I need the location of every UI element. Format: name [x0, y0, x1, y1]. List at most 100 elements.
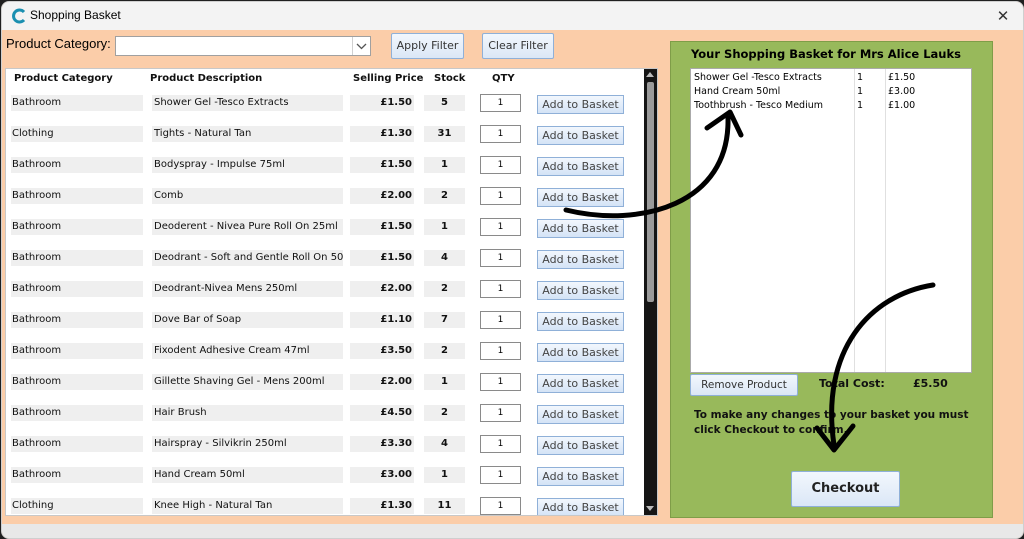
row-description: Knee High - Natural Tan: [152, 498, 343, 514]
basket-item-qty: 1: [857, 86, 864, 97]
qty-input[interactable]: 1: [480, 311, 521, 329]
qty-input[interactable]: 1: [480, 280, 521, 298]
table-row: Bathroom Bodyspray - Impulse 75ml £1.50 1 1 A…: [6, 150, 646, 181]
add-to-basket-button[interactable]: Add to Basket: [537, 498, 624, 515]
clear-filter-button[interactable]: Clear Filter: [482, 33, 554, 59]
basket-item-name: Shower Gel -Tesco Extracts: [694, 72, 822, 83]
row-stock: 2: [424, 281, 465, 297]
scroll-up-icon[interactable]: [646, 72, 654, 77]
basket-item-qty: 1: [857, 100, 864, 111]
total-cost-label: Total Cost:: [819, 377, 885, 390]
row-price: £3.30: [350, 436, 414, 452]
basket-item-price: £1.00: [888, 100, 916, 111]
title-bar: Shopping Basket ✕: [2, 2, 1023, 30]
row-price: £2.00: [350, 281, 414, 297]
product-category-select[interactable]: [115, 36, 371, 56]
basket-panel: Your Shopping Basket for Mrs Alice Lauks…: [670, 41, 993, 518]
header-product-description: Product Description: [150, 73, 263, 84]
c-logo-icon: [12, 8, 26, 24]
qty-input[interactable]: 1: [480, 94, 521, 112]
add-to-basket-button[interactable]: Add to Basket: [537, 374, 624, 393]
basket-item-qty: 1: [857, 72, 864, 83]
add-to-basket-button[interactable]: Add to Basket: [537, 467, 624, 486]
row-description: Deodrant - Soft and Gentle Roll On 50m: [152, 250, 343, 266]
row-category: Bathroom: [11, 343, 143, 359]
qty-input[interactable]: 1: [480, 435, 521, 453]
table-row: Bathroom Shower Gel -Tesco Extracts £1.50…: [6, 88, 646, 119]
basket-column-divider: [854, 69, 855, 372]
table-row: Bathroom Dove Bar of Soap £1.10 7 1 Add to Ba…: [6, 305, 646, 336]
checkout-button[interactable]: Checkout: [791, 471, 900, 507]
scroll-down-icon[interactable]: [646, 506, 654, 511]
add-to-basket-button[interactable]: Add to Basket: [537, 219, 624, 238]
row-price: £2.00: [350, 374, 414, 390]
header-stock: Stock: [434, 73, 466, 84]
row-category: Bathroom: [11, 157, 143, 173]
basket-item-name: Hand Cream 50ml: [694, 86, 781, 97]
apply-filter-button[interactable]: Apply Filter: [391, 33, 464, 59]
row-price: £1.50: [350, 95, 414, 111]
row-stock: 1: [424, 157, 465, 173]
basket-item[interactable]: Shower Gel -Tesco Extracts 1 £1.50: [691, 72, 973, 86]
row-price: £2.00: [350, 188, 414, 204]
table-scrollbar[interactable]: [644, 69, 657, 515]
row-description: Fixodent Adhesive Cream 47ml: [152, 343, 343, 359]
table-row: Bathroom Hand Cream 50ml £3.00 1 1 Add to Bas…: [6, 460, 646, 491]
header-selling-price: Selling Price: [353, 73, 424, 84]
row-stock: 7: [424, 312, 465, 328]
table-row: Bathroom Fixodent Adhesive Cream 47ml £3.5…: [6, 336, 646, 367]
row-category: Clothing: [11, 498, 143, 514]
add-to-basket-button[interactable]: Add to Basket: [537, 281, 624, 300]
row-stock: 4: [424, 436, 465, 452]
qty-input[interactable]: 1: [480, 218, 521, 236]
basket-list[interactable]: Shower Gel -Tesco Extracts 1 £1.50 Hand Cre…: [690, 68, 972, 373]
qty-input[interactable]: 1: [480, 342, 521, 360]
row-stock: 1: [424, 374, 465, 390]
qty-input[interactable]: 1: [480, 404, 521, 422]
row-price: £1.50: [350, 157, 414, 173]
row-stock: 4: [424, 250, 465, 266]
qty-input[interactable]: 1: [480, 187, 521, 205]
basket-item[interactable]: Hand Cream 50ml 1 £3.00: [691, 86, 973, 100]
row-category: Bathroom: [11, 188, 143, 204]
row-stock: 2: [424, 405, 465, 421]
shopping-basket-window: Shopping Basket ✕ Product Category: Appl…: [1, 1, 1024, 539]
basket-item[interactable]: Toothbrush - Tesco Medium 1 £1.00: [691, 100, 973, 114]
row-price: £1.30: [350, 126, 414, 142]
row-price: £4.50: [350, 405, 414, 421]
product-category-label: Product Category:: [6, 36, 111, 51]
add-to-basket-button[interactable]: Add to Basket: [537, 126, 624, 145]
add-to-basket-button[interactable]: Add to Basket: [537, 188, 624, 207]
qty-input[interactable]: 1: [480, 249, 521, 267]
row-category: Clothing: [11, 126, 143, 142]
add-to-basket-button[interactable]: Add to Basket: [537, 436, 624, 455]
chevron-down-icon: [356, 43, 367, 50]
scroll-thumb[interactable]: [647, 82, 654, 302]
window-title: Shopping Basket: [30, 8, 121, 22]
add-to-basket-button[interactable]: Add to Basket: [537, 405, 624, 424]
add-to-basket-button[interactable]: Add to Basket: [537, 157, 624, 176]
row-description: Tights - Natural Tan: [152, 126, 343, 142]
row-category: Bathroom: [11, 374, 143, 390]
qty-input[interactable]: 1: [480, 497, 521, 515]
row-description: Shower Gel -Tesco Extracts: [152, 95, 343, 111]
qty-input[interactable]: 1: [480, 156, 521, 174]
basket-title: Your Shopping Basket for Mrs Alice Lauks: [691, 47, 961, 61]
table-row: Bathroom Hair Brush £4.50 2 1 Add to Basket: [6, 398, 646, 429]
qty-input[interactable]: 1: [480, 373, 521, 391]
add-to-basket-button[interactable]: Add to Basket: [537, 95, 624, 114]
row-description: Bodyspray - Impulse 75ml: [152, 157, 343, 173]
add-to-basket-button[interactable]: Add to Basket: [537, 343, 624, 362]
basket-column-divider: [885, 69, 886, 372]
close-button[interactable]: ✕: [991, 4, 1015, 28]
basket-item-price: £1.50: [888, 72, 916, 83]
add-to-basket-button[interactable]: Add to Basket: [537, 250, 624, 269]
row-stock: 5: [424, 95, 465, 111]
table-row: Bathroom Comb £2.00 2 1 Add to Basket: [6, 181, 646, 212]
qty-input[interactable]: 1: [480, 466, 521, 484]
add-to-basket-button[interactable]: Add to Basket: [537, 312, 624, 331]
row-stock: 11: [424, 498, 465, 514]
remove-product-button[interactable]: Remove Product: [690, 374, 798, 396]
dropdown-arrow[interactable]: [352, 37, 370, 55]
qty-input[interactable]: 1: [480, 125, 521, 143]
